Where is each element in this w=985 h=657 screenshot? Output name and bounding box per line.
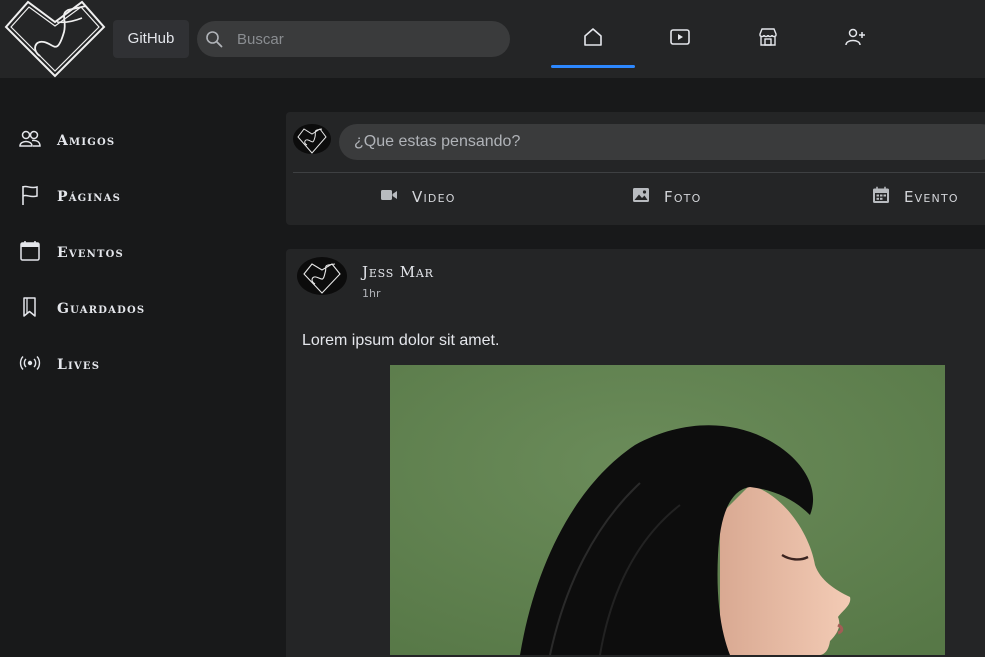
video-camera-icon	[380, 186, 398, 208]
add-friend-icon	[844, 26, 866, 52]
sidebar-item-label: Eventos	[57, 245, 124, 261]
post-author-avatar[interactable]	[297, 256, 347, 296]
photo-icon	[632, 186, 650, 208]
event-action-label: Evento	[904, 188, 959, 206]
post-composer: ¿Que estas pensando? Video Foto Evento	[286, 112, 985, 225]
calendar-event-icon	[872, 186, 890, 208]
event-action-button[interactable]: Evento	[872, 185, 959, 209]
sidebar-item-label: Amigos	[57, 133, 116, 149]
photo-action-button[interactable]: Foto	[632, 185, 701, 209]
sidebar-item-lives[interactable]: Lives	[18, 350, 258, 380]
sidebar-item-paginas[interactable]: Páginas	[18, 182, 258, 212]
search-icon	[205, 30, 223, 48]
bookmark-icon	[18, 295, 42, 323]
calendar-icon	[18, 239, 42, 267]
top-navigation-bar: GitHub	[0, 0, 985, 78]
video-action-label: Video	[412, 188, 456, 206]
post-photo[interactable]	[390, 365, 945, 656]
friends-icon	[18, 127, 42, 155]
broadcast-icon	[18, 351, 42, 379]
flag-icon	[18, 183, 42, 211]
nav-tab-friend-requests[interactable]	[813, 10, 897, 68]
nav-tab-marketplace[interactable]	[726, 10, 810, 68]
post-author-name[interactable]: Jess Mar	[362, 263, 434, 281]
sidebar-item-label: Páginas	[57, 189, 122, 205]
sidebar-item-guardados[interactable]: Guardados	[18, 294, 258, 324]
site-logo[interactable]	[2, 0, 108, 80]
store-icon	[757, 26, 779, 52]
sidebar-item-amigos[interactable]: Amigos	[18, 126, 258, 156]
video-action-button[interactable]: Video	[380, 185, 456, 209]
github-button[interactable]: GitHub	[113, 20, 189, 58]
sidebar-item-label: Guardados	[57, 301, 146, 317]
avatar[interactable]	[293, 123, 331, 155]
video-icon	[669, 26, 691, 52]
home-icon	[582, 26, 604, 52]
composer-divider	[293, 172, 985, 173]
search-bar[interactable]	[197, 21, 510, 57]
post-timestamp[interactable]: 1hr	[362, 287, 381, 300]
sidebar-item-label: Lives	[57, 357, 101, 373]
whats-on-your-mind-input[interactable]: ¿Que estas pensando?	[339, 124, 985, 160]
photo-action-label: Foto	[664, 188, 702, 206]
sidebar-item-eventos[interactable]: Eventos	[18, 238, 258, 268]
search-input[interactable]	[237, 21, 497, 57]
nav-tab-watch[interactable]	[638, 10, 722, 68]
post-text: Lorem ipsum dolor sit amet.	[302, 332, 500, 349]
feed-post: Jess Mar 1hr Lorem ipsum dolor sit amet.	[286, 249, 985, 657]
nav-tab-home[interactable]	[551, 10, 635, 68]
